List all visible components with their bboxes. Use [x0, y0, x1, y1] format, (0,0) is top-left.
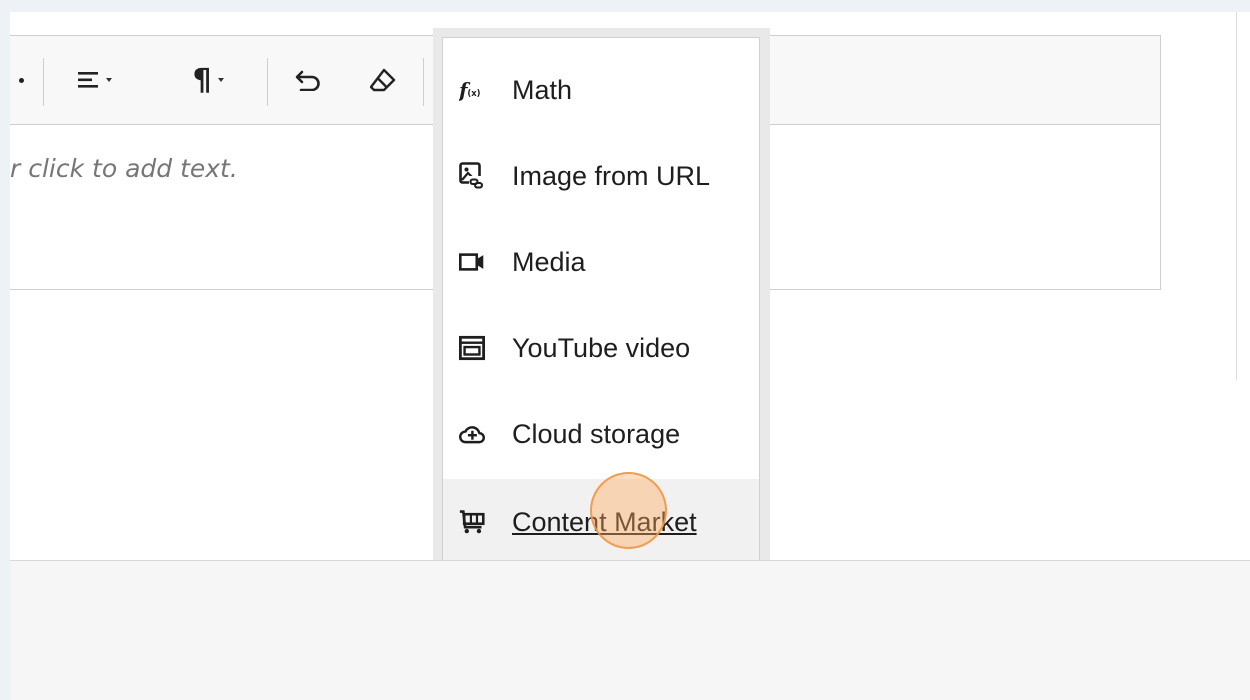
click-indicator — [590, 472, 667, 549]
pilcrow-icon: ¶ — [192, 62, 212, 98]
chevron-down-icon — [217, 78, 224, 82]
toolbar-separator — [423, 58, 424, 106]
menu-item-label: Cloud storage — [512, 418, 681, 449]
function-icon: f (x) — [459, 77, 485, 103]
eraser-icon — [370, 68, 396, 92]
screen: ¶ r click to add text. f (x) Math Image … — [0, 0, 1250, 700]
panel-divider — [1236, 12, 1237, 380]
svg-text:(x): (x) — [467, 88, 480, 98]
paragraph-dropdown-button[interactable]: ¶ — [170, 36, 246, 124]
footer-area — [10, 560, 1250, 700]
menu-item-label: YouTube video — [512, 332, 691, 363]
menu-item-math[interactable]: f (x) Math — [443, 47, 759, 133]
embed-window-icon — [459, 335, 485, 361]
toolbar-separator — [267, 58, 268, 106]
menu-item-youtube-video[interactable]: YouTube video — [443, 305, 759, 391]
cart-icon — [459, 509, 485, 535]
menu-item-media[interactable]: Media — [443, 219, 759, 305]
menu-item-cloud-storage[interactable]: Cloud storage — [443, 391, 759, 477]
editor-placeholder[interactable]: r click to add text. — [10, 154, 238, 183]
clear-formatting-button[interactable] — [358, 36, 408, 124]
undo-icon — [295, 70, 320, 91]
bullet-list-icon[interactable] — [14, 36, 28, 124]
menu-item-label: Media — [512, 246, 586, 277]
undo-button[interactable] — [282, 36, 334, 124]
cloud-add-icon — [459, 421, 485, 447]
image-link-icon — [459, 162, 485, 189]
insert-dropdown-menu: f (x) Math Image from URL Media YouTube … — [442, 37, 760, 560]
toolbar-separator — [43, 58, 44, 106]
align-left-icon — [78, 72, 98, 88]
video-camera-icon — [459, 249, 485, 275]
menu-item-label: Math — [512, 74, 573, 105]
menu-item-label: Image from URL — [512, 160, 711, 191]
menu-item-image-from-url[interactable]: Image from URL — [443, 133, 759, 219]
chevron-down-icon — [106, 78, 112, 82]
align-dropdown-button[interactable] — [60, 36, 130, 124]
